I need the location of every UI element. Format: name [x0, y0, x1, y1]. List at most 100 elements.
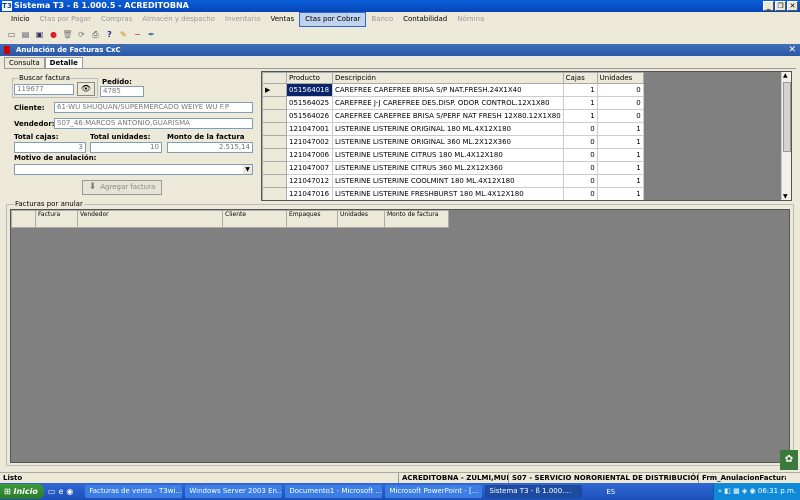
cell-producto[interactable]: 051564025: [286, 96, 333, 110]
table-row[interactable]: 121047016 LISTERINE LISTERINE FRESHBURST…: [262, 187, 644, 200]
taskbar-item-powerpoint[interactable]: Microsoft PowerPoint - [...: [385, 485, 483, 498]
menu-contabilidad[interactable]: Contabilidad: [398, 12, 452, 27]
col-cliente[interactable]: Cliente: [222, 210, 287, 228]
cell-descripcion[interactable]: LISTERINE LISTERINE FRESHBURST 180 ML.4X…: [332, 187, 564, 200]
cell-unidades[interactable]: 0: [596, 96, 644, 110]
total-cajas-input[interactable]: 3: [14, 142, 86, 153]
menu-inventario[interactable]: Inventario: [220, 12, 266, 27]
tool-icon[interactable]: ✒: [146, 29, 157, 40]
menu-compras[interactable]: Compras: [96, 12, 137, 27]
restore-button[interactable]: ❐: [775, 1, 786, 11]
dropdown-arrow-icon[interactable]: ▼: [243, 165, 252, 174]
cell-unidades[interactable]: 1: [596, 135, 644, 149]
cell-descripcion[interactable]: LISTERINE LISTERINE ORIGINAL 360 ML.2X12…: [332, 135, 564, 149]
cell-unidades[interactable]: 1: [596, 187, 644, 200]
save-icon[interactable]: ▣: [34, 29, 45, 40]
cell-unidades[interactable]: 1: [596, 174, 644, 188]
total-unidades-input[interactable]: 10: [90, 142, 162, 153]
cell-producto[interactable]: 121047012: [286, 174, 333, 188]
desktop-icon[interactable]: ▭: [48, 487, 56, 496]
menu-nomina[interactable]: Nómina: [452, 12, 489, 27]
cell-producto[interactable]: 051564018: [286, 83, 333, 97]
cell-producto[interactable]: 121047016: [286, 187, 333, 200]
products-vertical-scrollbar[interactable]: ▲ ▼: [781, 72, 791, 200]
cell-producto[interactable]: 051564026: [286, 109, 333, 123]
corner-app-icon[interactable]: ✿: [780, 450, 798, 470]
delete-icon[interactable]: 🗑: [62, 29, 73, 40]
cell-descripcion[interactable]: LISTERINE LISTERINE COOLMINT 180 ML.4X12…: [332, 174, 564, 188]
minimize-button[interactable]: _: [763, 1, 774, 11]
menu-banco[interactable]: Banco: [366, 12, 398, 27]
cell-unidades[interactable]: 1: [596, 148, 644, 162]
pencil-icon[interactable]: ✎: [118, 29, 129, 40]
start-button[interactable]: ⊞ Inicio: [0, 484, 44, 499]
cell-cajas[interactable]: 1: [562, 96, 598, 110]
print-icon[interactable]: ⎙: [90, 29, 101, 40]
col-vendedor[interactable]: Vendedor: [77, 210, 223, 228]
cell-descripcion[interactable]: LISTERINE LISTERINE CITRUS 360 ML.2X12X3…: [332, 161, 564, 175]
table-row[interactable]: 051564026 CAREFREE CAREFREE BRISA S/PERF…: [262, 109, 644, 123]
col-producto[interactable]: Producto: [286, 72, 333, 84]
col-factura[interactable]: Factura: [35, 210, 78, 228]
binoculars-search-button[interactable]: 👁: [77, 82, 95, 96]
tab-detalle[interactable]: Detalle: [44, 57, 83, 68]
col-unidades[interactable]: Unidades: [596, 72, 644, 84]
stop-icon[interactable]: ●: [48, 29, 59, 40]
motivo-select[interactable]: [14, 164, 253, 175]
col-descripcion[interactable]: Descripción: [332, 72, 564, 84]
cell-cajas[interactable]: 1: [562, 109, 598, 123]
taskbar-item-windows-server[interactable]: Windows Server 2003 En...: [185, 485, 283, 498]
child-close-icon[interactable]: ✕: [788, 44, 796, 56]
cell-producto[interactable]: 121047007: [286, 161, 333, 175]
cell-producto[interactable]: 121047006: [286, 148, 333, 162]
scrollbar-thumb[interactable]: [783, 82, 791, 152]
cell-unidades[interactable]: 0: [596, 109, 644, 123]
cliente-input[interactable]: 61-WU SHUQUAN/SUPERMERCADO WEIYE WU F.P: [54, 102, 253, 113]
col-monto[interactable]: Monto de factura: [384, 210, 449, 228]
table-row[interactable]: 121047002 LISTERINE LISTERINE ORIGINAL 3…: [262, 135, 644, 149]
chrome-icon[interactable]: ◉: [66, 487, 73, 496]
ie-icon[interactable]: e: [58, 487, 63, 496]
refresh-icon[interactable]: ⟳: [76, 29, 87, 40]
scroll-up-icon[interactable]: ▲: [783, 72, 788, 79]
cell-unidades[interactable]: 1: [596, 161, 644, 175]
col-cajas[interactable]: Cajas: [562, 72, 598, 84]
cell-unidades[interactable]: 0: [596, 83, 644, 97]
table-row[interactable]: 051564025 CAREFREE J-J CAREFREE DES.DISP…: [262, 96, 644, 110]
minus-icon[interactable]: −: [132, 29, 143, 40]
taskbar-item-documento1[interactable]: Documento1 - Microsoft ...: [285, 485, 383, 498]
monto-input[interactable]: 2.515,14: [167, 142, 253, 153]
menu-almacen[interactable]: Almacén y despacho: [137, 12, 220, 27]
col-unidades[interactable]: Unidades: [337, 210, 385, 228]
table-row[interactable]: ▶ 051564018 CAREFREE CAREFREE BRISA S/P …: [262, 83, 644, 97]
cell-cajas[interactable]: 0: [562, 187, 598, 200]
scroll-down-icon[interactable]: ▼: [783, 193, 788, 200]
buscar-factura-input[interactable]: 119677: [14, 84, 74, 95]
cell-cajas[interactable]: 0: [562, 148, 598, 162]
table-row[interactable]: 121047006 LISTERINE LISTERINE CITRUS 180…: [262, 148, 644, 162]
cell-cajas[interactable]: 0: [562, 135, 598, 149]
tray-icons[interactable]: « ◧ ▦ ◈ ◉: [718, 487, 758, 495]
vendedor-input[interactable]: S07_46:MARCOS ANTONIO,GUARISMA: [54, 118, 253, 129]
cell-cajas[interactable]: 0: [562, 122, 598, 136]
help-icon[interactable]: ?: [104, 29, 115, 40]
menu-ctas-por-pagar[interactable]: Ctas por Pagar: [35, 12, 96, 27]
cell-descripcion[interactable]: LISTERINE LISTERINE CITRUS 180 ML.4X12X1…: [332, 148, 564, 162]
new-doc-icon[interactable]: ▭: [6, 29, 17, 40]
tab-consulta[interactable]: Consulta: [4, 57, 45, 68]
taskbar-item-facturas[interactable]: Facturas de venta - T3wi...: [85, 485, 183, 498]
menu-ctas-por-cobrar[interactable]: Ctas por Cobrar: [299, 12, 367, 27]
cell-cajas[interactable]: 1: [562, 83, 598, 97]
cell-producto[interactable]: 121047001: [286, 122, 333, 136]
agregar-factura-button[interactable]: ⬇ Agregar factura: [82, 180, 162, 195]
cell-cajas[interactable]: 0: [562, 161, 598, 175]
menu-inicio[interactable]: Inicio: [6, 12, 35, 27]
col-empaques[interactable]: Empaques: [286, 210, 338, 228]
language-indicator[interactable]: ES: [606, 488, 615, 496]
cell-descripcion[interactable]: LISTERINE LISTERINE ORIGINAL 180 ML.4X12…: [332, 122, 564, 136]
cell-descripcion[interactable]: CAREFREE J-J CAREFREE DES.DISP. ODOR CON…: [332, 96, 564, 110]
cell-cajas[interactable]: 0: [562, 174, 598, 188]
menu-ventas[interactable]: Ventas: [265, 12, 299, 27]
open-doc-icon[interactable]: ▤: [20, 29, 31, 40]
cell-descripcion[interactable]: CAREFREE CAREFREE BRISA S/P NAT.FRESH.24…: [332, 83, 564, 97]
